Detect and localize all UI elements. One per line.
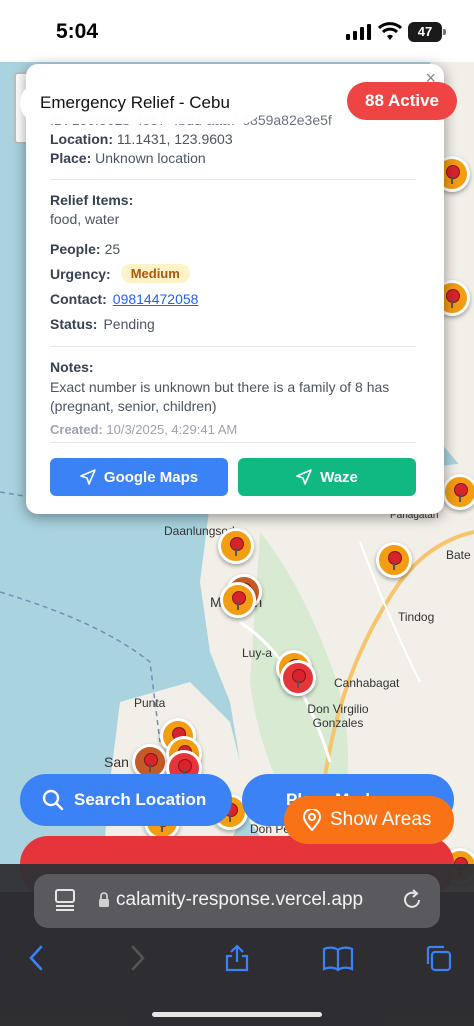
url-text[interactable]: calamity-response.vercel.app	[116, 889, 363, 911]
location-pin-icon	[302, 809, 322, 831]
map-pin-icon	[446, 289, 460, 308]
contact-phone-link[interactable]: 09814472058	[113, 291, 199, 307]
people-row: People: 25	[50, 236, 416, 261]
place-label: Don Virgilio Gonzales	[307, 702, 369, 730]
navigation-arrow-icon	[296, 469, 312, 485]
place-label: Canhabagat	[334, 676, 400, 690]
location-value: 11.1431, 123.9603	[116, 131, 233, 147]
relief-marker[interactable]	[442, 474, 474, 510]
forward-icon[interactable]	[128, 944, 148, 972]
urgency-label: Urgency:	[50, 265, 111, 282]
place-label: Punta	[134, 696, 166, 710]
notes-label: Notes:	[50, 359, 416, 378]
cellular-signal-icon	[346, 24, 371, 40]
status-value: Pending	[103, 315, 155, 332]
relief-marker[interactable]	[376, 542, 412, 578]
people-label: People:	[50, 240, 101, 257]
clock: 5:04	[56, 20, 99, 43]
wifi-icon	[378, 22, 402, 40]
search-icon	[42, 789, 64, 811]
app-title: Emergency Relief - Cebu	[20, 82, 262, 124]
bookmarks-icon[interactable]	[322, 944, 354, 972]
home-indicator	[152, 1012, 322, 1017]
search-location-label: Search Location	[74, 790, 207, 809]
created-value: 10/3/2025, 4:29:41 AM	[106, 422, 238, 437]
map-pin-icon	[454, 483, 468, 502]
divider	[50, 179, 416, 180]
active-count-badge[interactable]: 88 Active	[347, 82, 457, 120]
divider	[50, 346, 416, 347]
google-maps-label: Google Maps	[103, 468, 199, 486]
urgency-badge: Medium	[120, 264, 190, 283]
relief-request-popup: × ID: 150f902b-4957-4bdd-aaa7-8859a82e3e…	[26, 64, 444, 514]
map-pin-icon	[388, 551, 402, 570]
status-label: Status:	[50, 315, 98, 332]
navigation-buttons: Google Maps Waze	[50, 458, 416, 496]
status-row: Status: Pending	[50, 311, 416, 336]
map-pin-icon	[292, 669, 306, 688]
place-label: Tindog	[398, 610, 435, 624]
waze-label: Waze	[320, 468, 358, 486]
created-row: Created: 10/3/2025, 4:29:41 AM	[50, 422, 416, 441]
place-value: Unknown location	[95, 150, 206, 166]
show-areas-label: Show Areas	[330, 809, 432, 830]
location-row: Location: 11.1431, 123.9603	[50, 131, 416, 150]
urgency-row: Urgency: Medium	[50, 261, 416, 286]
created-label: Created:	[50, 422, 103, 437]
place-row: Place: Unknown location	[50, 150, 416, 169]
share-icon[interactable]	[224, 944, 250, 972]
relief-marker[interactable]	[280, 660, 316, 696]
waze-button[interactable]: Waze	[238, 458, 416, 496]
lock-icon	[99, 892, 109, 907]
contact-row: Contact: 09814472058	[50, 286, 416, 311]
search-location-button[interactable]: Search Location	[20, 774, 232, 826]
google-maps-button[interactable]: Google Maps	[50, 458, 228, 496]
map-pin-icon	[144, 753, 158, 772]
place-label: Bate	[446, 548, 471, 562]
relief-marker[interactable]	[218, 528, 254, 564]
reload-icon[interactable]	[400, 888, 424, 912]
map-pin-icon	[230, 537, 244, 556]
relief-items-label: Relief Items:	[50, 192, 416, 211]
location-label: Location:	[50, 131, 113, 147]
tabs-icon[interactable]	[424, 944, 452, 972]
relief-marker[interactable]	[220, 582, 256, 618]
page-menu-icon[interactable]	[54, 888, 76, 912]
contact-label: Contact:	[50, 290, 107, 307]
place-label: Luy-a	[242, 646, 273, 660]
status-bar: 5:04 47	[0, 0, 474, 62]
people-value: 25	[104, 240, 121, 257]
back-icon[interactable]	[26, 944, 46, 972]
relief-items-value: food, water	[50, 211, 120, 227]
divider	[50, 442, 416, 443]
popup-details: ID: 150f902b-4957-4bdd-aaa7-8859a82e3e5f…	[50, 112, 416, 441]
place-label: Place:	[50, 150, 92, 166]
notes-value: Exact number is unknown but there is a f…	[50, 379, 390, 414]
relief-items-label-text: Relief Items:	[50, 192, 134, 208]
navigation-arrow-icon	[80, 469, 96, 485]
show-areas-button[interactable]: Show Areas	[284, 796, 454, 844]
map-pin-icon	[232, 591, 246, 610]
notes-label-text: Notes:	[50, 359, 94, 375]
battery-indicator: 47	[408, 22, 446, 42]
map-pin-icon	[446, 165, 460, 184]
